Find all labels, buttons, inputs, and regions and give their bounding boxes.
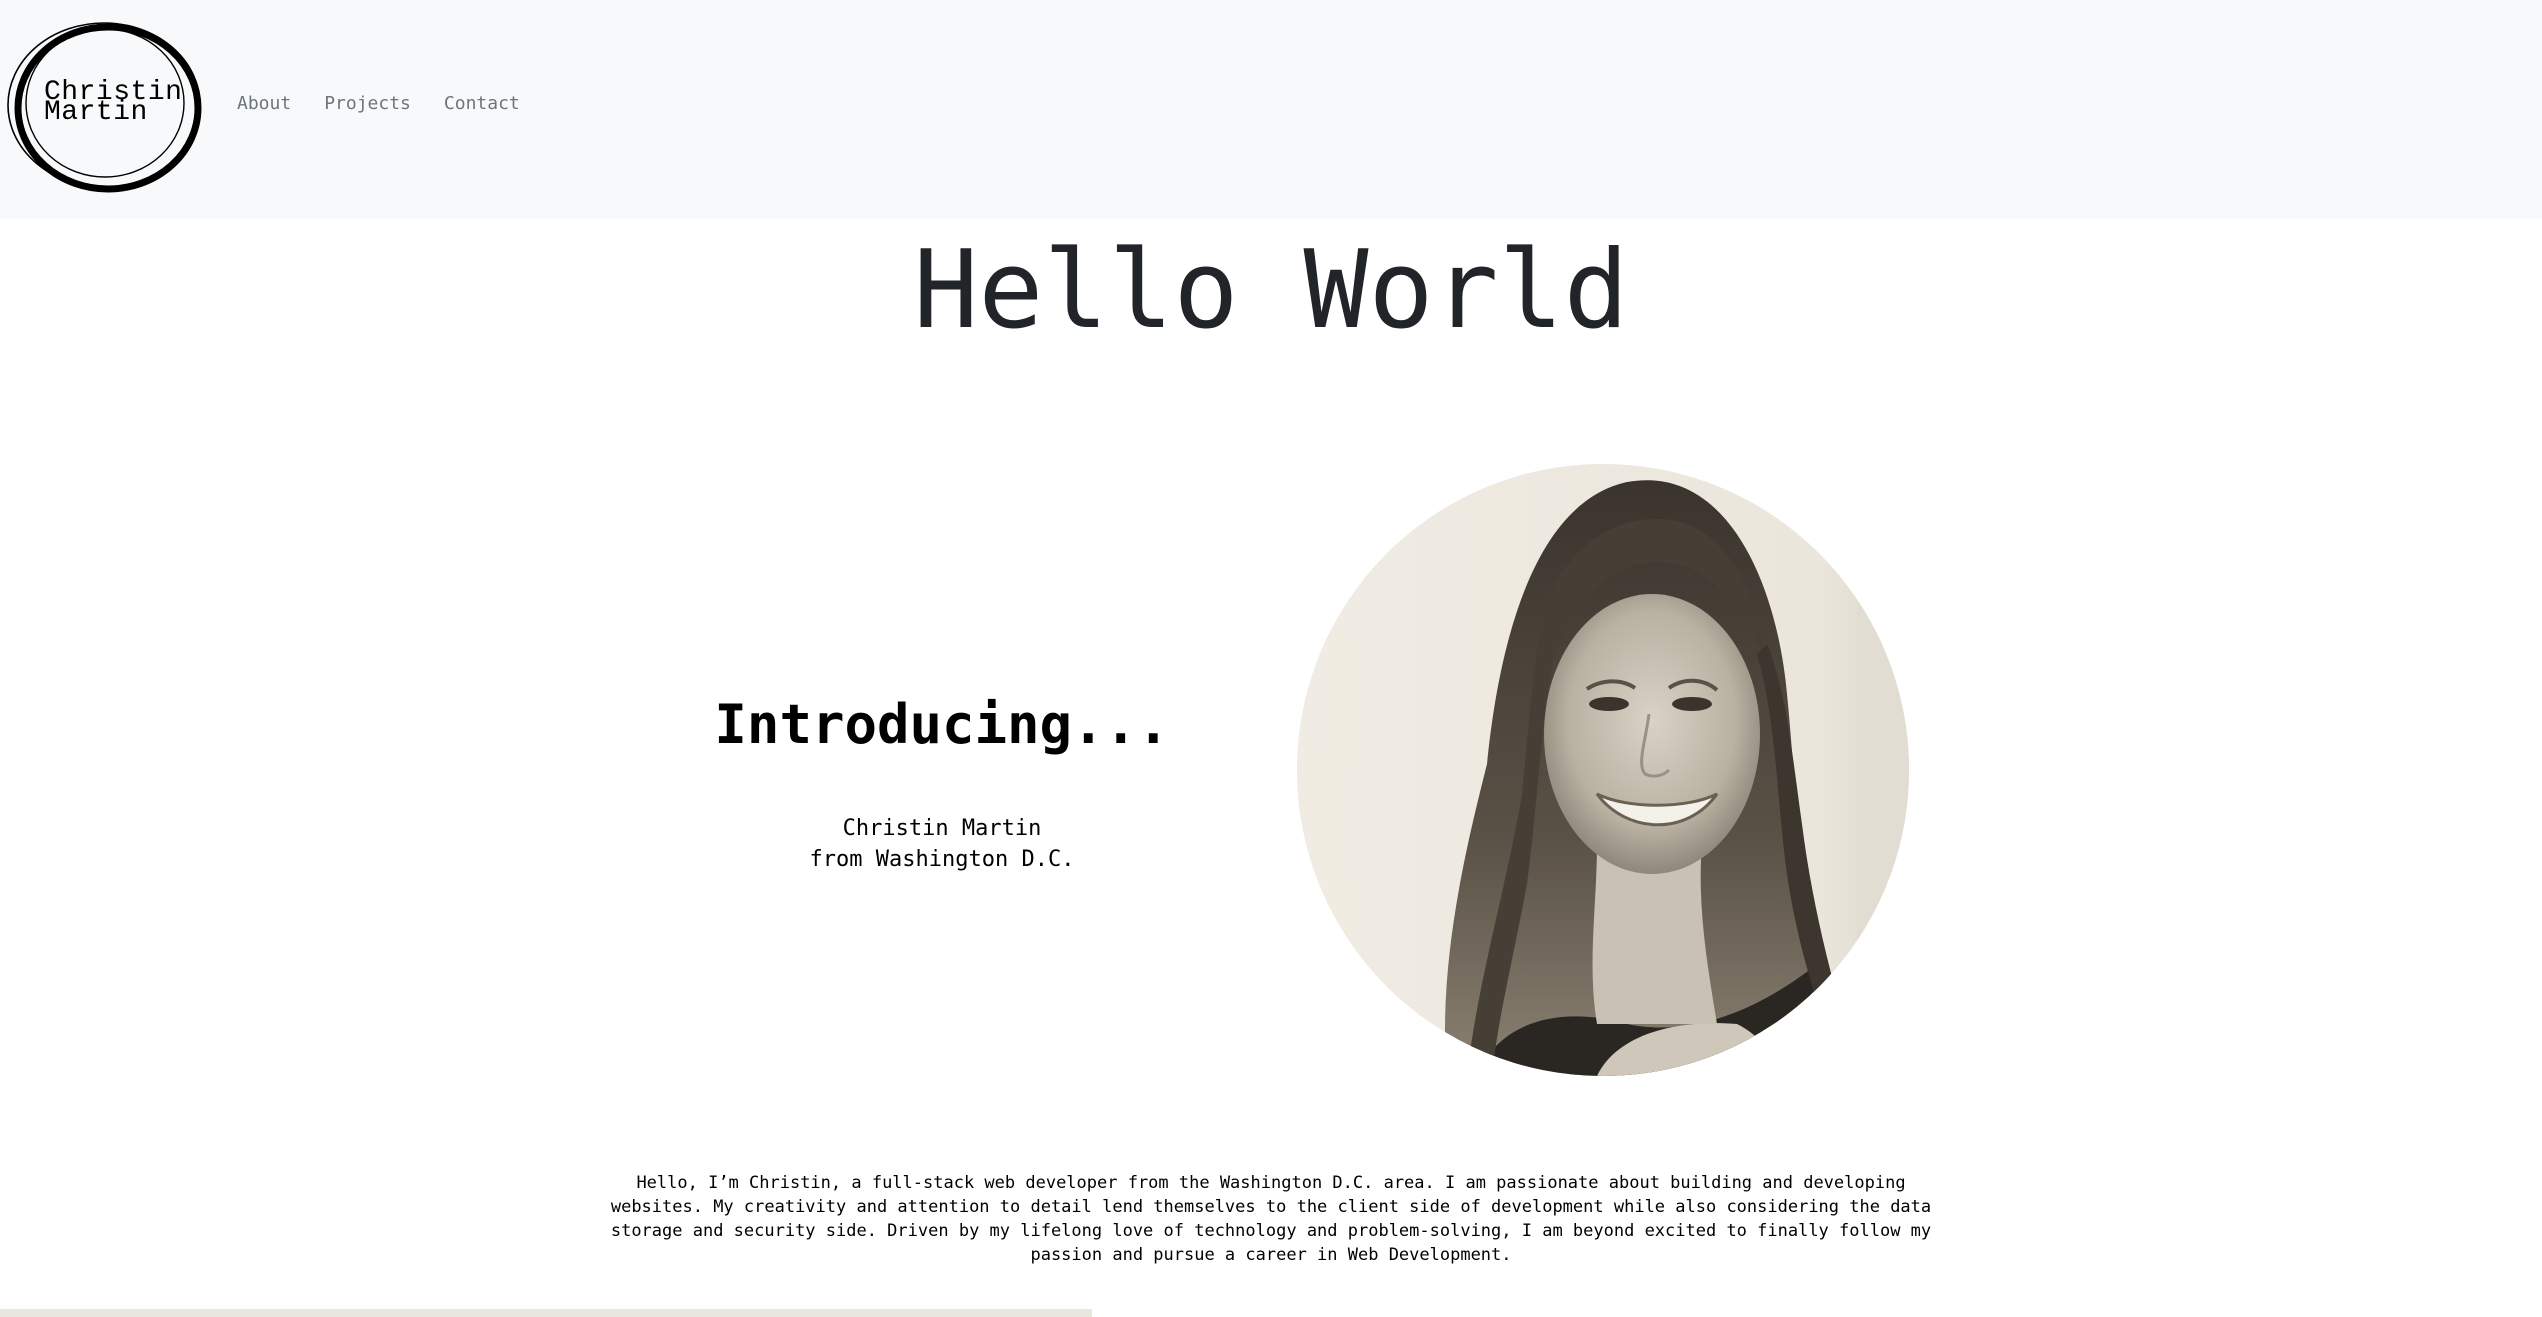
- logo-text: Christin Martin: [44, 79, 182, 127]
- intro-name: Christin Martin: [842, 816, 1042, 841]
- nav-projects-link[interactable]: Projects: [324, 93, 411, 114]
- profile-photo: [1297, 464, 1909, 1076]
- brand-logo[interactable]: Christin Martin: [4, 17, 206, 195]
- nav-contact-link[interactable]: Contact: [444, 93, 520, 114]
- page-title: Hello World: [913, 228, 1629, 353]
- intro-subtitle: Christin Martin from Washington D.C.: [642, 813, 1242, 875]
- nav-about-link[interactable]: About: [237, 93, 291, 114]
- nav-links: About Projects Contact: [237, 93, 520, 114]
- portrait-image: [1297, 464, 1909, 1076]
- bio-paragraph: Hello, I’m Christin, a full-stack web de…: [610, 1173, 1932, 1265]
- next-section-edge: [0, 1309, 1092, 1317]
- navbar: Christin Martin About Projects Contact: [0, 0, 2542, 219]
- intro-heading: Introducing...: [714, 693, 1170, 756]
- intro-location: from Washington D.C.: [809, 847, 1075, 872]
